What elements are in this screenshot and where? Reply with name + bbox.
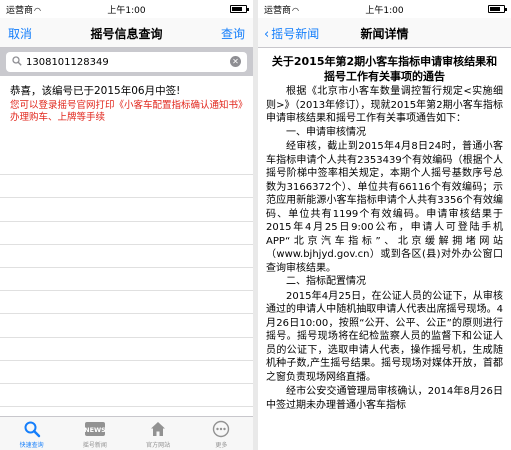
page-title: 摇号信息查询 (90, 27, 163, 41)
search-bar: ✕ (0, 48, 253, 76)
list-separator (0, 361, 253, 384)
status-time: 上午1:00 (365, 6, 404, 16)
tab-quick-search[interactable]: 快速查询 (0, 417, 63, 450)
clear-icon[interactable]: ✕ (230, 56, 241, 67)
list-separator (0, 175, 253, 199)
search-icon (24, 421, 40, 438)
battery-level (490, 7, 501, 11)
right-screen: 运营商◠ 上午1:00 ‹ 摇号新闻 新闻详情 关于2015年第2期小客车指标申请… (258, 0, 511, 450)
list-separator (0, 314, 253, 338)
article-paragraph: 2015年4月25日，在公证人员的公证下，从审核通过的申请人中随机抽取申请人代表… (266, 290, 503, 383)
status-bar: 运营商◠ 上午1:00 (0, 0, 253, 18)
battery-icon (230, 5, 249, 13)
list-separator (0, 384, 253, 408)
article-title: 关于2015年第2期小客车指标申请审核结果和摇号工作有关事项的通告 (271, 55, 498, 83)
result-area: 恭喜，该编号已于2015年06月中签! 您可以登录摇号官网打印《小客车配置指标确… (0, 76, 253, 124)
battery-level (232, 7, 243, 11)
list-separator (0, 291, 253, 315)
search-input[interactable] (26, 54, 227, 70)
tab-official-site[interactable]: 官方网站 (127, 417, 190, 450)
article-paragraph: 经审核，截止到2015年4月8日24时，普通小客车指标申请个人共有2353439… (266, 141, 503, 274)
list-separator (0, 152, 253, 176)
list-separator (0, 222, 253, 245)
more-icon (213, 420, 230, 438)
tab-bar: 快速查询 NEWS 摇号新闻 官方网站 更多 (0, 416, 253, 450)
nav-bar: 取消 摇号信息查询 查询 (0, 18, 253, 48)
list-separator (0, 245, 253, 268)
left-screen: 运营商◠ 上午1:00 取消 摇号信息查询 查询 ✕ 恭喜，该编号已于2015年… (0, 0, 253, 450)
search-icon (12, 56, 22, 66)
home-icon (151, 422, 166, 436)
result-tip: 您可以登录摇号官网打印《小客车配置指标确认通知书》办理购车、上牌等手续 (10, 100, 243, 123)
tab-label: 快速查询 (19, 442, 44, 449)
article-paragraph: 根据《北京市小客车数量调控暂行规定<实施细则>》（2013年修订），现就2015… (266, 86, 503, 124)
article-paragraph: 经市公安交通管理局审核确认，2014年8月26日中签过期未办理普通小客车指标 (266, 386, 503, 411)
tab-label: 更多 (215, 442, 228, 449)
empty-list (0, 152, 253, 408)
page-title: 新闻详情 (360, 27, 409, 41)
list-separator (0, 338, 253, 361)
status-bar: 运营商◠ 上午1:00 (258, 0, 511, 18)
result-message: 恭喜，该编号已于2015年06月中签! (10, 85, 181, 97)
tab-label: 官方网站 (146, 442, 171, 449)
article-heading: 二、指标配置情况 (286, 276, 366, 287)
tab-news[interactable]: NEWS 摇号新闻 (63, 417, 126, 450)
list-separator (0, 268, 253, 292)
tab-more[interactable]: 更多 (190, 417, 253, 450)
status-time: 上午1:00 (107, 6, 146, 16)
svg-text:NEWS: NEWS (84, 426, 106, 434)
tab-label: 摇号新闻 (82, 442, 107, 449)
query-button[interactable]: 查询 (221, 25, 245, 42)
article-body: 关于2015年第2期小客车指标申请审核结果和摇号工作有关事项的通告 根据《北京市… (258, 49, 511, 412)
list-separator (0, 198, 253, 222)
battery-icon (488, 5, 507, 13)
search-box[interactable]: ✕ (6, 52, 247, 72)
article-heading: 一、申请审核情况 (286, 126, 366, 138)
nav-bar: ‹ 摇号新闻 新闻详情 (258, 18, 511, 48)
news-icon: NEWS (84, 422, 106, 436)
